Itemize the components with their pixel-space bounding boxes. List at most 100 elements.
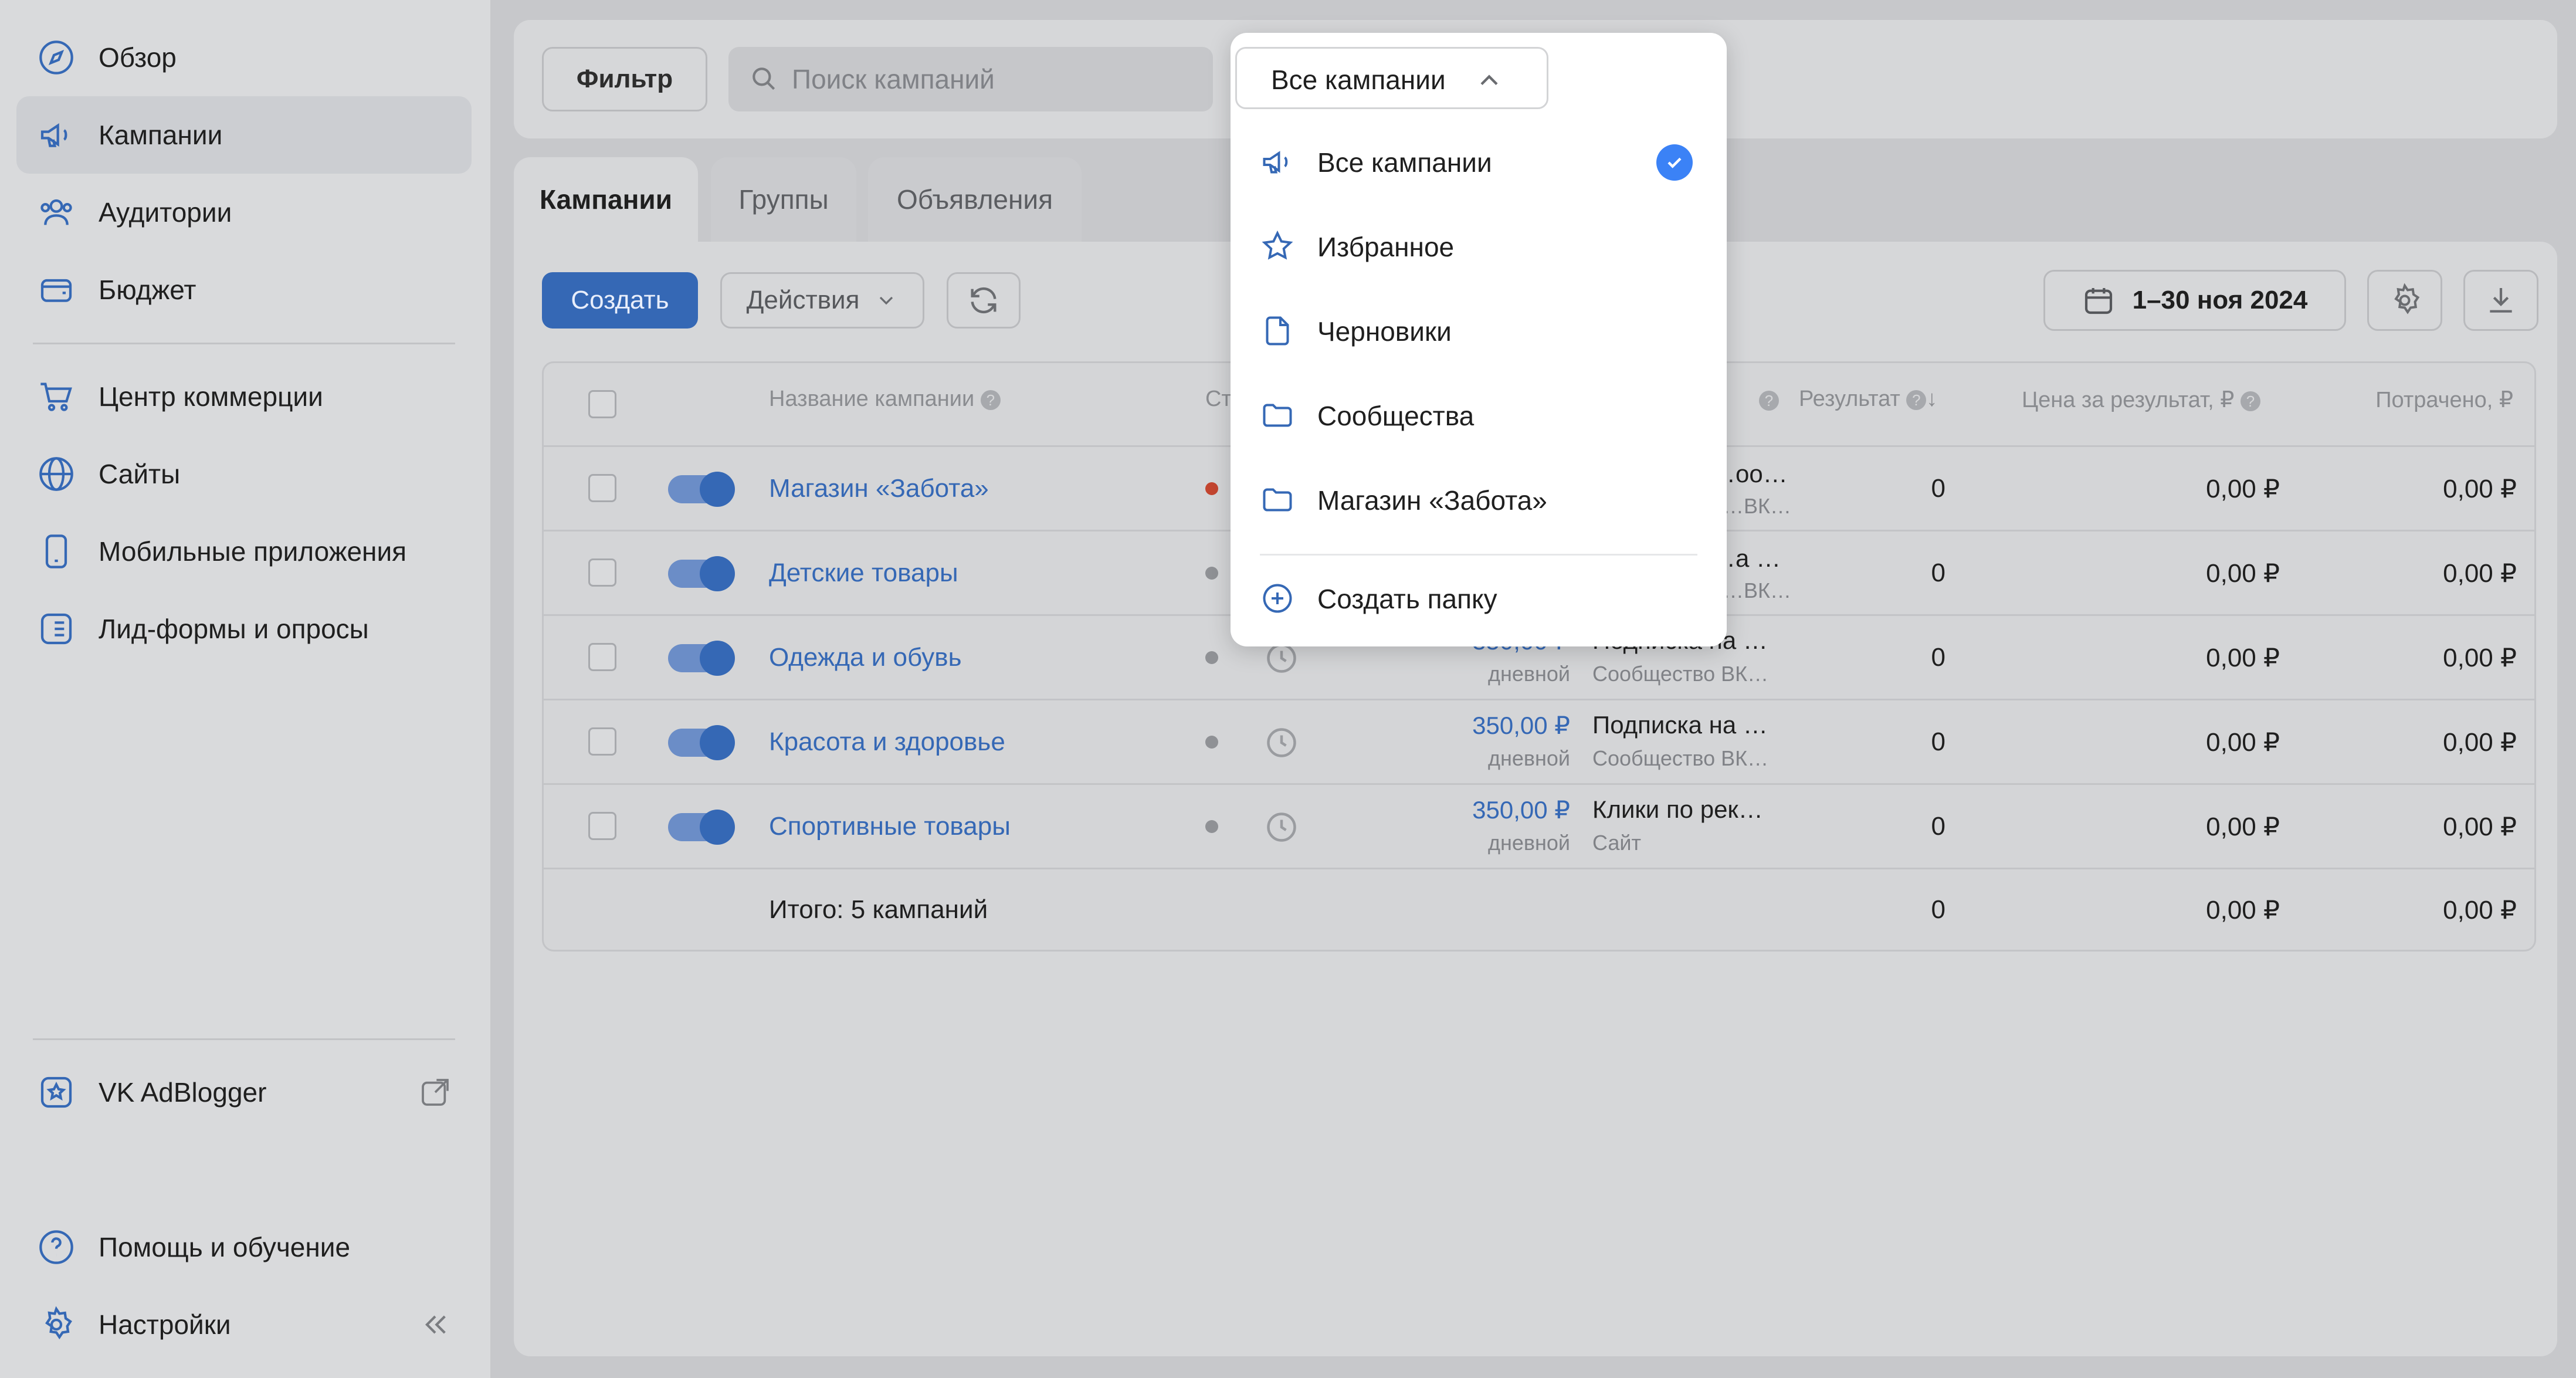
- table-row[interactable]: Спортивные товары 350,00 ₽ дневной Клики…: [544, 783, 2534, 868]
- sidebar-item-overview[interactable]: Обзор: [16, 19, 472, 96]
- dropdown-item-shop-zabota[interactable]: Магазин «Забота»: [1231, 461, 1727, 539]
- budget-value[interactable]: 350,00 ₽: [1472, 795, 1570, 824]
- status-dot: [1205, 651, 1218, 664]
- budget-value[interactable]: 350,00 ₽: [1472, 711, 1570, 740]
- campaign-name-link[interactable]: Спортивные товары: [769, 812, 1011, 841]
- row-checkbox[interactable]: [588, 643, 616, 671]
- filter-button[interactable]: Фильтр: [542, 47, 707, 111]
- search-icon: [750, 65, 779, 94]
- sidebar-item-label: Обзор: [99, 42, 177, 73]
- sidebar-item-lead-forms[interactable]: Лид-формы и опросы: [16, 590, 472, 668]
- sidebar-item-help[interactable]: Помощь и обучение: [16, 1208, 472, 1286]
- tab-ads[interactable]: Объявления: [868, 157, 1082, 242]
- sidebar-item-mobile-apps[interactable]: Мобильные приложения: [16, 513, 472, 590]
- table-settings-button[interactable]: [2367, 270, 2442, 331]
- sidebar-item-audiences[interactable]: Аудитории: [16, 174, 472, 251]
- campaign-toggle[interactable]: [668, 472, 735, 507]
- dropdown-item-drafts[interactable]: Черновики: [1231, 292, 1727, 370]
- table-row[interactable]: Красота и здоровье 350,00 ₽ дневной Подп…: [544, 699, 2534, 783]
- campaign-name-link[interactable]: Одежда и обувь: [769, 643, 962, 672]
- sidebar-item-campaigns[interactable]: Кампании: [16, 96, 472, 174]
- row-checkbox[interactable]: [588, 727, 616, 756]
- campaign-toggle[interactable]: [668, 556, 735, 591]
- select-all-checkbox[interactable]: [588, 390, 616, 418]
- download-button[interactable]: [2463, 270, 2538, 331]
- campaign-name-link[interactable]: Красота и здоровье: [769, 727, 1005, 757]
- campaign-name-link[interactable]: Магазин «Забота»: [769, 474, 989, 503]
- create-button-label: Создать: [571, 286, 669, 314]
- spent-value: 0,00 ₽: [2443, 812, 2517, 841]
- sidebar-item-label: Аудитории: [99, 197, 232, 228]
- date-range-picker[interactable]: 1–30 ноя 2024: [2043, 270, 2346, 331]
- spent-value: 0,00 ₽: [2443, 728, 2517, 757]
- dropdown-item-create-folder[interactable]: Создать папку: [1231, 560, 1727, 637]
- campaign-name-link[interactable]: Детские товары: [769, 558, 958, 588]
- column-header-name[interactable]: Название кампании ?: [769, 387, 1001, 412]
- actions-dropdown[interactable]: Действия: [720, 272, 924, 329]
- sidebar: Обзор Кампании Аудитории Бюджет Центр ко…: [0, 0, 490, 1378]
- sidebar-item-adblogger[interactable]: VK AdBlogger: [16, 1054, 472, 1131]
- tab-label: Объявления: [896, 184, 1053, 215]
- folder-select-trigger[interactable]: Все кампании: [1235, 47, 1548, 109]
- budget-period: дневной: [1487, 746, 1570, 770]
- sidebar-item-label: Центр коммерции: [99, 381, 323, 412]
- campaign-toggle[interactable]: [668, 725, 735, 760]
- budget-period: дневной: [1487, 831, 1570, 855]
- row-checkbox[interactable]: [588, 812, 616, 840]
- sidebar-item-label: Мобильные приложения: [99, 536, 407, 567]
- dropdown-item-communities[interactable]: Сообщества: [1231, 377, 1727, 454]
- external-link-icon[interactable]: [419, 1076, 452, 1109]
- sidebar-item-sites[interactable]: Сайты: [16, 435, 472, 513]
- checkmark-icon: [1656, 144, 1693, 181]
- result-value: 0: [1931, 474, 1945, 503]
- collapse-sidebar-icon[interactable]: [419, 1308, 452, 1341]
- column-header-price[interactable]: Цена за результат, ₽ ?: [2022, 387, 2260, 413]
- price-value: 0,00 ₽: [2206, 728, 2280, 757]
- price-value: 0,00 ₽: [2206, 644, 2280, 672]
- header-label: Результат: [1799, 387, 1900, 411]
- budget-period: дневной: [1487, 662, 1570, 686]
- column-header-status[interactable]: Ст: [1205, 387, 1232, 412]
- column-header-result[interactable]: Результат ? ↓: [1799, 387, 1937, 412]
- dropdown-item-all-campaigns[interactable]: Все кампании: [1231, 123, 1727, 201]
- sidebar-item-label: VK AdBlogger: [99, 1077, 267, 1108]
- campaign-toggle[interactable]: [668, 810, 735, 845]
- refresh-button[interactable]: [947, 272, 1021, 329]
- sidebar-item-commerce[interactable]: Центр коммерции: [16, 358, 472, 435]
- sidebar-item-budget[interactable]: Бюджет: [16, 251, 472, 329]
- tab-label: Группы: [738, 184, 829, 215]
- header-label: Цена за результат, ₽: [2022, 388, 2235, 412]
- goal-subtext: Сообщество ВК…: [1592, 662, 1769, 686]
- total-price: 0,00 ₽: [2206, 896, 2280, 925]
- row-checkbox[interactable]: [588, 558, 616, 587]
- sidebar-item-label: Сайты: [99, 459, 181, 489]
- document-icon: [1260, 313, 1295, 348]
- globe-icon: [36, 454, 76, 494]
- create-button[interactable]: Создать: [542, 272, 698, 329]
- result-value: 0: [1931, 812, 1945, 841]
- chevron-up-icon: [1474, 65, 1504, 96]
- column-header-spent[interactable]: Потрачено, ₽: [2375, 387, 2513, 413]
- search-input[interactable]: [792, 47, 1202, 111]
- goal-text: Подписка на …: [1592, 711, 1768, 739]
- sidebar-item-label: Бюджет: [99, 275, 196, 305]
- campaign-folder-dropdown: Все кампании Все кампании Избранное Черн…: [1231, 33, 1727, 646]
- tab-groups[interactable]: Группы: [711, 157, 856, 242]
- date-range-label: 1–30 ноя 2024: [2132, 286, 2308, 314]
- dropdown-item-label: Сообщества: [1317, 401, 1475, 431]
- tab-campaigns[interactable]: Кампании: [514, 157, 698, 242]
- phone-icon: [36, 531, 76, 571]
- refresh-icon: [967, 283, 1001, 317]
- price-value: 0,00 ₽: [2206, 559, 2280, 588]
- row-checkbox[interactable]: [588, 474, 616, 502]
- campaign-toggle[interactable]: [668, 641, 735, 676]
- total-label: Итого: 5 кампаний: [769, 895, 988, 924]
- folder-select-label: Все кампании: [1271, 65, 1446, 95]
- sidebar-item-settings[interactable]: Настройки: [16, 1286, 472, 1363]
- search-box[interactable]: [728, 47, 1213, 111]
- help-icon: ?: [2240, 391, 2260, 411]
- goal-subtext: Сообщество ВК…: [1592, 746, 1769, 770]
- gear-icon: [36, 1305, 76, 1345]
- dropdown-item-favorites[interactable]: Избранное: [1231, 208, 1727, 285]
- sidebar-item-label: Помощь и обучение: [99, 1232, 351, 1262]
